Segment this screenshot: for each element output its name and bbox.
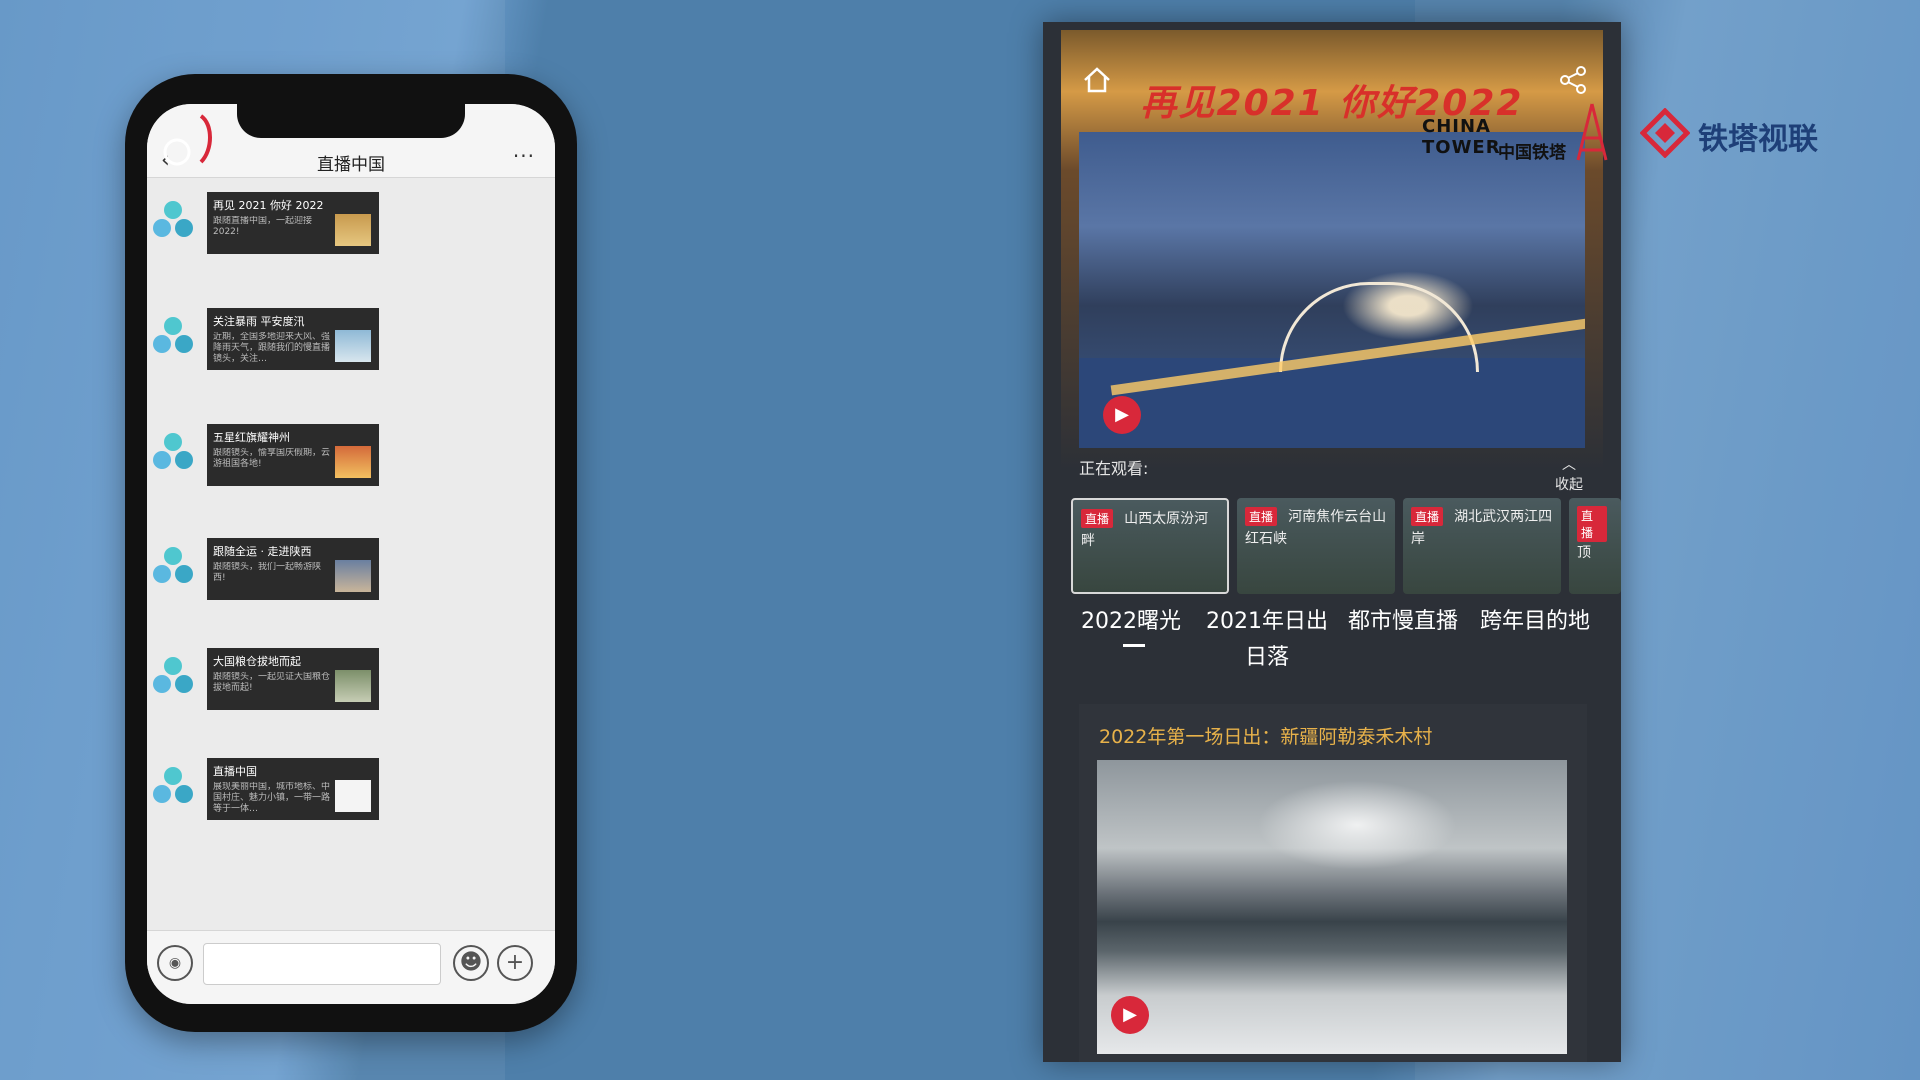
message-item[interactable]: 关注暴雨 平安度汛 近期，全国多地迎来大风、强降雨天气，跟随我们的慢直播镜头，关…: [147, 308, 555, 378]
channel-avatar-icon: [153, 433, 193, 469]
tab-new-year-destination[interactable]: 跨年目的地: [1469, 604, 1601, 640]
message-description: 跟随镜头，愉享国庆假期，云游祖国各地!: [213, 448, 331, 469]
message-card[interactable]: 再见 2021 你好 2022 跟随直播中国，一起迎接2022!: [207, 192, 379, 254]
chevron-up-icon: ︿: [1562, 457, 1576, 473]
china-tower-logo-zh: 中国铁塔: [1498, 143, 1566, 163]
play-icon[interactable]: ▶: [1111, 996, 1149, 1034]
collapse-label: 收起: [1555, 477, 1583, 493]
message-description: 跟随直播中国，一起迎接2022!: [213, 216, 313, 237]
live-card[interactable]: 直播 山西太原汾河畔: [1071, 498, 1229, 594]
china-tower-logo: CHINA TOWER 中国铁塔: [1422, 96, 1612, 164]
phone-chat: ‹ 直播中国 ··· 再见 2021 你好 2022 跟随直播中国，一起迎接20…: [125, 74, 577, 1032]
tab-city-slow-live[interactable]: 都市慢直播: [1337, 604, 1469, 640]
tab-2022-dawn[interactable]: 2022曙光: [1065, 604, 1197, 640]
voice-input-icon[interactable]: ◉: [157, 945, 193, 981]
channel-avatar-icon: [153, 317, 193, 353]
message-card[interactable]: 直播中国 展现美丽中国，城市地标、中国村庄、魅力小镇，一带一路等于一体…: [207, 758, 379, 820]
message-title: 五星红旗耀神州: [213, 431, 290, 444]
message-card[interactable]: 五星红旗耀神州 跟随镜头，愉享国庆假期，云游祖国各地!: [207, 424, 379, 486]
more-options-button[interactable]: ···: [513, 144, 535, 168]
tower-icon: [1576, 103, 1608, 161]
live-badge: 直播: [1577, 506, 1607, 542]
message-description: 跟随镜头，一起见证大国粮仓拔地而起!: [213, 672, 331, 693]
live-badge: 直播: [1081, 509, 1114, 528]
channel-avatar-icon: [153, 657, 193, 693]
message-item[interactable]: 再见 2021 你好 2022 跟随直播中国，一起迎接2022!: [147, 192, 555, 262]
message-card[interactable]: 关注暴雨 平安度汛 近期，全国多地迎来大风、强降雨天气，跟随我们的慢直播镜头，关…: [207, 308, 379, 370]
live-card[interactable]: 直播 湖北武汉两江四岸: [1403, 498, 1561, 594]
message-item[interactable]: 跟随全运 · 走进陕西 跟随镜头，我们一起畅游陕西!: [147, 538, 555, 608]
message-thumbnail: [335, 670, 371, 702]
category-tabs: 2022曙光 2021年日出日落 都市慢直播 跨年目的地: [1065, 604, 1615, 684]
message-thumbnail: [335, 560, 371, 592]
message-card[interactable]: 跟随全运 · 走进陕西 跟随镜头，我们一起畅游陕西!: [207, 538, 379, 600]
message-title: 大国粮仓拔地而起: [213, 655, 301, 668]
emoji-icon[interactable]: ☻: [453, 945, 489, 981]
message-title: 直播中国: [213, 765, 257, 778]
play-icon[interactable]: ▶: [1103, 396, 1141, 434]
tieta-diamond-icon: [1640, 108, 1690, 158]
message-input[interactable]: [203, 943, 441, 985]
phone-notch: [237, 104, 465, 138]
collapse-button[interactable]: ︿ 收起: [1551, 454, 1587, 494]
tab-sunrise-sunset[interactable]: 2021年日出日落: [1197, 604, 1337, 676]
share-icon[interactable]: [1557, 64, 1589, 96]
live-badge: 直播: [1245, 507, 1278, 526]
now-watching-label: 正在观看:: [1079, 459, 1149, 478]
tieta-shilian-text: 铁塔视联: [1698, 122, 1818, 157]
featured-stream[interactable]: 2022年第一场日出：新疆阿勒泰禾木村 ▶: [1079, 704, 1587, 1062]
broadcaster-watermark-logo: [163, 114, 212, 166]
message-thumbnail: [335, 214, 371, 246]
chat-input-bar: ◉ ☻ +: [147, 930, 555, 1004]
message-description: 近期，全国多地迎来大风、强降雨天气，跟随我们的慢直播镜头，关注…: [213, 332, 331, 364]
featured-stream-video[interactable]: ▶: [1097, 760, 1567, 1054]
live-stream-row: 直播 山西太原汾河畔 直播 河南焦作云台山红石峡 直播 湖北武汉两江四岸 直播 …: [1071, 498, 1621, 594]
channel-avatar-icon: [153, 547, 193, 583]
add-attachment-icon[interactable]: +: [497, 945, 533, 981]
message-thumbnail: [335, 330, 371, 362]
hero-video[interactable]: ▶: [1079, 132, 1585, 448]
message-thumbnail: [335, 446, 371, 478]
message-title: 关注暴雨 平安度汛: [213, 315, 305, 328]
message-item[interactable]: 大国粮仓拔地而起 跟随镜头，一起见证大国粮仓拔地而起!: [147, 648, 555, 718]
message-item[interactable]: 直播中国 展现美丽中国，城市地标、中国村庄、魅力小镇，一带一路等于一体…: [147, 758, 555, 828]
message-title: 跟随全运 · 走进陕西: [213, 545, 312, 558]
tieta-shilian-logo: 铁塔视联: [1640, 108, 1840, 158]
chat-screen: ‹ 直播中国 ··· 再见 2021 你好 2022 跟随直播中国，一起迎接20…: [147, 104, 555, 1004]
live-badge: 直播: [1411, 507, 1444, 526]
message-item[interactable]: 五星红旗耀神州 跟随镜头，愉享国庆假期，云游祖国各地!: [147, 424, 555, 494]
message-card[interactable]: 大国粮仓拔地而起 跟随镜头，一起见证大国粮仓拔地而起!: [207, 648, 379, 710]
featured-stream-title: 2022年第一场日出：新疆阿勒泰禾木村: [1099, 726, 1433, 748]
active-tab-indicator: [1123, 644, 1145, 647]
message-description: 展现美丽中国，城市地标、中国村庄、魅力小镇，一带一路等于一体…: [213, 782, 331, 814]
channel-avatar-icon: [153, 201, 193, 237]
live-card-title: 顶: [1577, 545, 1591, 561]
message-thumbnail: [335, 780, 371, 812]
channel-avatar-icon: [153, 767, 193, 803]
message-title: 再见 2021 你好 2022: [213, 199, 324, 212]
live-card[interactable]: 直播 河南焦作云台山红石峡: [1237, 498, 1395, 594]
sun-glow: [1257, 780, 1457, 870]
live-card[interactable]: 直播 顶: [1569, 498, 1621, 594]
live-app-screen: 再见2021 你好2022 ▶ 正在观看: ︿ 收起 直播 山西太原汾河畔 直播…: [1043, 22, 1621, 1062]
message-description: 跟随镜头，我们一起畅游陕西!: [213, 562, 322, 583]
